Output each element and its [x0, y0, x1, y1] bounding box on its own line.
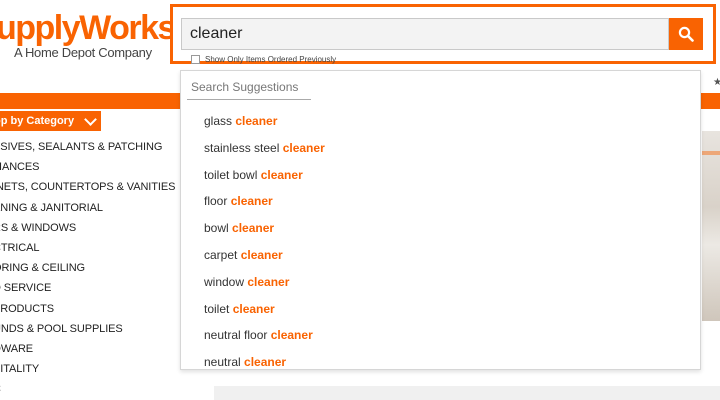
suggestion-item[interactable]: toilet bowl cleaner	[204, 162, 325, 189]
category-item[interactable]: ESIVES, SEALANTS & PATCHING	[0, 137, 175, 157]
chevron-down-icon	[84, 112, 97, 126]
hero-banner-accent	[702, 151, 720, 155]
suggestion-item[interactable]: carpet cleaner	[204, 242, 325, 269]
search-icon	[678, 26, 694, 42]
search-field[interactable]	[181, 18, 669, 50]
category-item[interactable]: ORING & CEILING	[0, 258, 175, 278]
category-item[interactable]: CTRICAL	[0, 238, 175, 258]
suggestion-item[interactable]: glass cleaner	[204, 108, 325, 135]
category-item[interactable]: C	[0, 379, 175, 399]
shop-by-category-button[interactable]: op by Category	[0, 111, 101, 131]
logo-tagline: A Home Depot Company	[14, 45, 152, 60]
search-suggestions-dropdown: Search Suggestions glass cleaner stainle…	[180, 70, 701, 370]
category-item[interactable]: DWARE	[0, 339, 175, 359]
category-item[interactable]: PITALITY	[0, 359, 175, 379]
previous-orders-checkbox[interactable]	[191, 55, 200, 64]
star-icon[interactable]: ★	[713, 77, 720, 88]
suggestion-item[interactable]: bowl cleaner	[204, 215, 325, 242]
category-item[interactable]: RS & WINDOWS	[0, 218, 175, 238]
suggestion-item[interactable]: stainless steel cleaner	[204, 135, 325, 162]
suggestions-list: glass cleaner stainless steel cleaner to…	[204, 108, 325, 376]
category-item[interactable]: UNDS & POOL SUPPLIES	[0, 319, 175, 339]
suggestion-item[interactable]: window cleaner	[204, 269, 325, 296]
previous-orders-label: Show Only Items Ordered Previously	[205, 55, 337, 64]
category-item[interactable]: LIANCES	[0, 157, 175, 177]
promo-banner	[214, 386, 720, 400]
search-button[interactable]	[669, 18, 703, 50]
logo[interactable]: upplyWorks® A Home Depot Company	[0, 0, 170, 70]
category-item[interactable]: ANING & JANITORIAL	[0, 198, 175, 218]
suggestion-item[interactable]: floor cleaner	[204, 188, 325, 215]
category-list: ESIVES, SEALANTS & PATCHING LIANCES INET…	[0, 137, 175, 399]
category-item[interactable]: PRODUCTS	[0, 299, 175, 319]
logo-wordmark: upplyWorks®	[0, 9, 170, 47]
search-input[interactable]	[182, 19, 668, 49]
shop-by-category-label: op by Category	[0, 115, 75, 127]
suggestion-item[interactable]: neutral cleaner	[204, 349, 325, 376]
suggestions-heading-underline	[187, 99, 311, 100]
search-container: Show Only Items Ordered Previously	[170, 4, 716, 64]
suggestions-heading: Search Suggestions	[191, 80, 299, 94]
category-item[interactable]: INETS, COUNTERTOPS & VANITIES	[0, 177, 175, 197]
previous-orders-filter[interactable]: Show Only Items Ordered Previously	[191, 55, 336, 64]
suggestion-item[interactable]: neutral floor cleaner	[204, 322, 325, 349]
category-item[interactable]: D SERVICE	[0, 278, 175, 298]
hero-banner-image[interactable]	[702, 131, 720, 321]
suggestion-item[interactable]: toilet cleaner	[204, 296, 325, 323]
